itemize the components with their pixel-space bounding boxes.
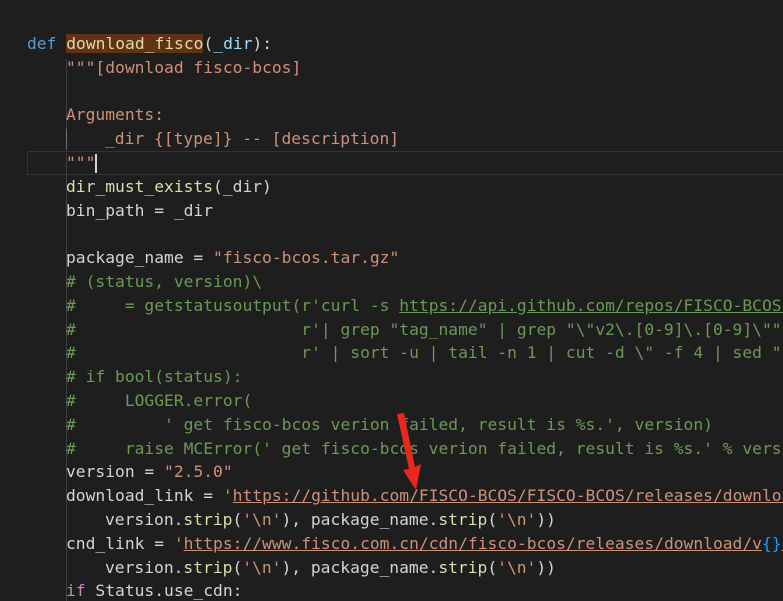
code-token: def: [27, 34, 57, 53]
code-token: # LOGGER.error(: [66, 391, 253, 410]
code-line[interactable]: # (status, version)\: [66, 270, 262, 294]
code-line[interactable]: # r'| grep "tag_name" | grep "\"v2\.[0-9…: [66, 318, 783, 342]
code-line[interactable]: def download_fisco(_dir):: [27, 32, 272, 56]
code-token: version.: [105, 557, 184, 577]
code-token: _dir {[type]} -- [description]: [105, 129, 400, 149]
code-line[interactable]: """[download fisco-bcos]: [66, 56, 301, 80]
code-token: '\n': [497, 510, 537, 529]
code-line[interactable]: """: [66, 151, 98, 175]
code-token: Status.use_cdn:: [85, 581, 243, 601]
code-line[interactable]: package_name = "fisco-bcos.tar.gz": [66, 246, 399, 270]
code-token: strip: [183, 557, 233, 577]
code-token: """: [66, 153, 96, 172]
code-token: download_link =: [66, 486, 223, 506]
code-token: version =: [66, 462, 165, 482]
code-token: ), package_name.: [281, 510, 439, 529]
code-token: strip: [438, 510, 488, 529]
code-token: '\n': [497, 557, 537, 577]
code-line[interactable]: version.strip('\n'), package_name.strip(…: [105, 556, 556, 580]
code-token: if: [66, 581, 86, 601]
code-token: cnd_link =: [66, 533, 174, 553]
code-line[interactable]: # if bool(status):: [66, 365, 242, 389]
code-token: # if bool(status):: [66, 367, 243, 387]
code-line[interactable]: dir_must_exists(_dir): [66, 175, 272, 199]
red-arrow-annotation: [397, 413, 421, 490]
code-line[interactable]: bin_path = _dir: [66, 199, 213, 223]
code-token: ': [173, 533, 184, 553]
code-token: )): [536, 557, 556, 577]
code-token: "2.5.0": [164, 462, 233, 482]
code-line[interactable]: Arguments:: [66, 103, 164, 127]
code-token: https://github.com/FISCO-BCOS/FISCO-BCOS…: [232, 486, 783, 506]
code-token: (_dir): [213, 176, 272, 196]
code-token: # (status, version)\: [66, 272, 263, 291]
code-token: {}: [761, 533, 782, 553]
code-token: _dir: [213, 34, 253, 53]
code-token: # r'| grep "tag_name" | grep "\"v2\.[0-9…: [66, 319, 783, 339]
code-token: (: [203, 34, 214, 53]
code-token: package_name =: [66, 248, 214, 268]
code-token: '\n': [242, 510, 282, 529]
code-token: https://www.fisco.com.cn/cdn/fisco-bcos/…: [183, 533, 762, 553]
indent-guide: [66, 129, 67, 149]
code-editor[interactable]: def download_fisco(_dir): """[download fi…: [0, 0, 783, 601]
code-line[interactable]: _dir {[type]} -- [description]: [105, 127, 399, 151]
code-token: ), package_name.: [281, 557, 439, 577]
code-line[interactable]: # LOGGER.error(: [66, 389, 252, 413]
code-token: dir_must_exists: [66, 176, 214, 196]
code-token: version.: [105, 510, 184, 529]
code-token: (: [232, 557, 243, 577]
code-token: "fisco-bcos.tar.gz": [213, 248, 400, 268]
code-token: (: [232, 510, 243, 529]
code-line[interactable]: version.strip('\n'), package_name.strip(…: [105, 508, 556, 532]
code-line[interactable]: # = getstatusoutput(r'curl -s https://ap…: [66, 294, 783, 318]
code-token: download_fisco: [66, 34, 204, 53]
code-token: (: [487, 557, 498, 577]
code-token: # r' | sort -u | tail -n 1 | cut -d \" -…: [66, 343, 783, 363]
current-line-highlight: [27, 151, 783, 175]
code-token: # = getstatusoutput(r'curl -s: [66, 295, 400, 315]
code-line[interactable]: version = "2.5.0": [66, 460, 233, 484]
code-token: Arguments:: [66, 105, 165, 125]
code-token: )): [536, 510, 556, 529]
code-token: https://api.github.com/repos/FISCO-BCOS/…: [399, 295, 783, 315]
code-token: bin_path = _dir: [66, 200, 214, 220]
code-token: ):: [252, 34, 273, 53]
code-token: """[download fisco-bcos]: [66, 57, 302, 77]
code-token: strip: [183, 510, 233, 529]
code-line[interactable]: # r' | sort -u | tail -n 1 | cut -d \" -…: [66, 341, 783, 365]
code-token: (: [487, 510, 498, 529]
text-cursor: [95, 154, 98, 173]
code-line[interactable]: cnd_link = 'https://www.fisco.com.cn/cdn…: [66, 532, 783, 556]
code-line[interactable]: if Status.use_cdn:: [66, 579, 242, 601]
code-token: ': [222, 486, 233, 506]
code-token: strip: [438, 557, 488, 577]
code-token: '\n': [242, 557, 282, 577]
